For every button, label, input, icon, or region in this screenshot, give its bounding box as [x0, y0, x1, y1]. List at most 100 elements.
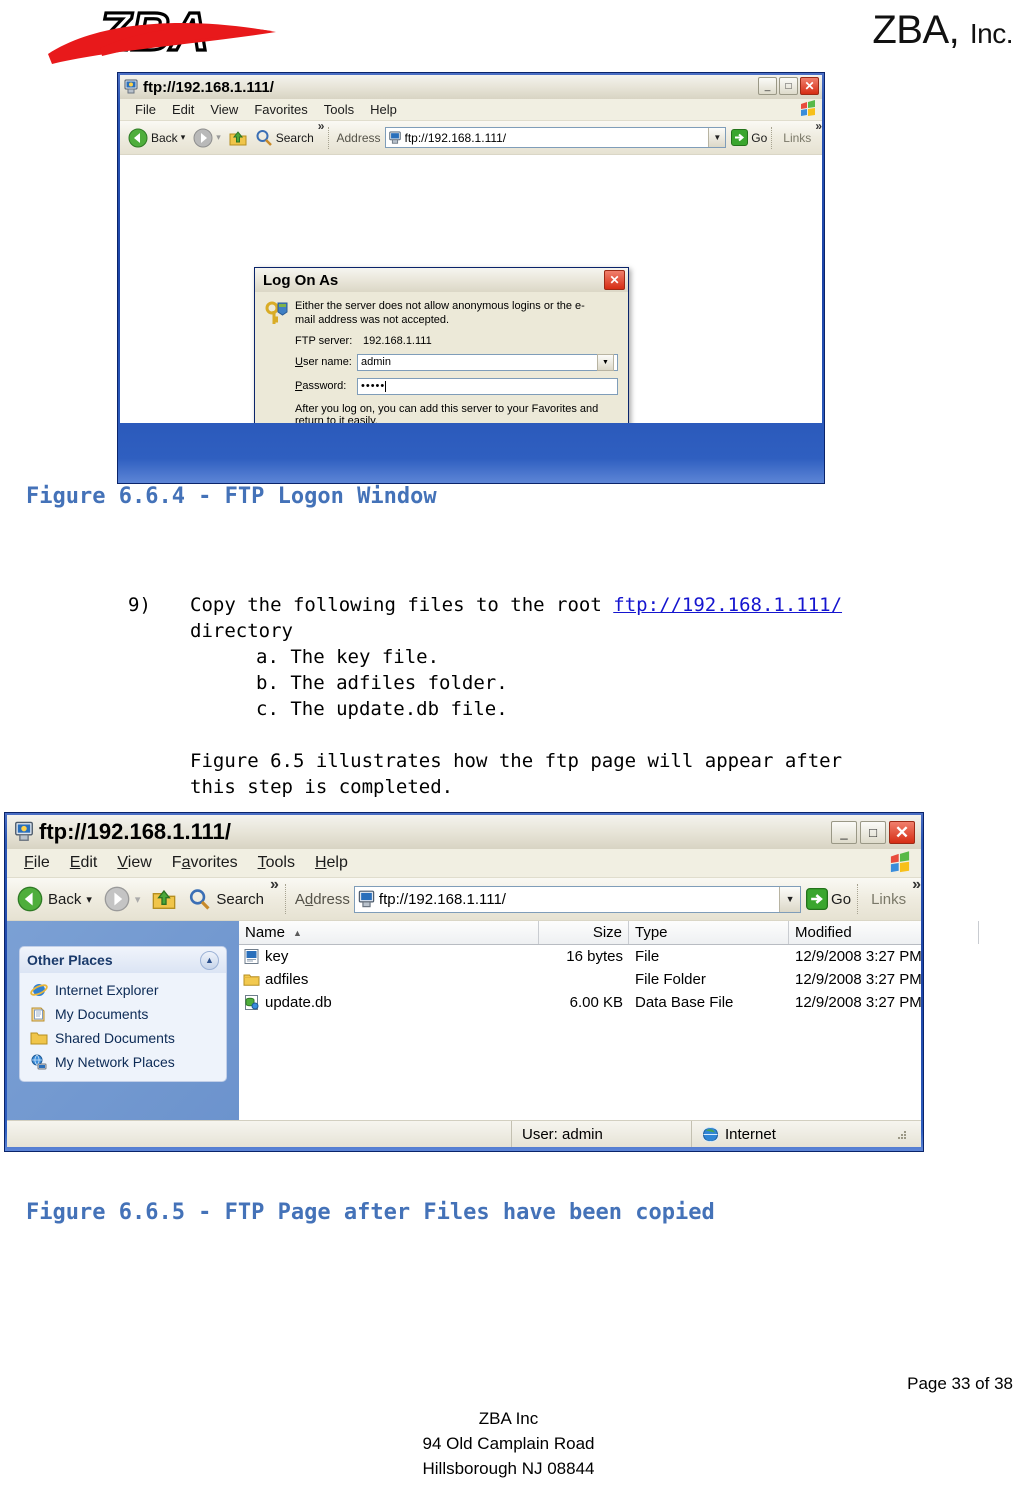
toolbar-overflow-chevron[interactable]: »	[270, 876, 279, 894]
dialog-close-button[interactable]: ✕	[604, 270, 625, 290]
back-button[interactable]: Back ▾	[11, 884, 98, 914]
window1-title: ftp://192.168.1.111/	[143, 78, 274, 96]
username-row: User name: admin ▼	[265, 353, 618, 371]
footer-company: ZBA Inc	[478, 1409, 539, 1428]
status-bar: User: admin Internet	[7, 1120, 921, 1147]
password-input[interactable]: •••••	[357, 377, 618, 395]
column-header-size[interactable]: Size	[539, 921, 629, 944]
go-button[interactable]: Go	[806, 888, 851, 910]
forward-button[interactable]: ▾	[189, 126, 225, 150]
menu-tools[interactable]: Tools	[317, 101, 361, 118]
menu-tools[interactable]: Tools	[249, 853, 304, 873]
shared-documents-icon	[30, 1032, 48, 1045]
column-header-name[interactable]: Name ▲	[239, 921, 539, 944]
file-name: key	[265, 948, 289, 965]
other-places-item-my-network-places[interactable]: My Network Places	[20, 1050, 226, 1074]
footer-street: 94 Old Camplain Road	[422, 1434, 595, 1453]
password-label: Password:	[295, 380, 347, 392]
other-places-item-shared-documents[interactable]: Shared Documents	[20, 1026, 226, 1050]
file-size: 6.00 KB	[569, 994, 623, 1011]
table-row[interactable]: adfiles File Folder 12/9/2008 3:27 PM	[239, 968, 922, 991]
other-places-item-my-documents[interactable]: My Documents	[20, 1002, 226, 1026]
close-button[interactable]: ✕	[889, 821, 915, 844]
go-arrow-icon	[806, 888, 829, 910]
status-zone-cell: Internet	[691, 1121, 921, 1147]
after-logon-note: After you log on, you can add this serve…	[295, 402, 599, 424]
menu-help[interactable]: Help	[306, 853, 357, 873]
menu-help[interactable]: Help	[363, 101, 404, 118]
window2-titlebar: ftp://192.168.1.111/ _ □ ✕	[7, 815, 921, 849]
ftp-root-link[interactable]: ftp://192.168.1.111/	[613, 594, 842, 616]
ftp-site-icon	[15, 821, 33, 841]
menu-favorites[interactable]: Favorites	[163, 853, 247, 873]
toolbar-overflow-chevron[interactable]: »	[318, 119, 325, 133]
maximize-button[interactable]: □	[860, 821, 886, 844]
search-button[interactable]: Search	[251, 127, 318, 149]
address-input[interactable]: ftp://192.168.1.111/ ▼	[353, 885, 802, 913]
links-overflow-chevron[interactable]: »	[912, 876, 921, 894]
table-row[interactable]: update.db 6.00 KB Data Base File 12/9/20…	[239, 991, 922, 1014]
zba-logo: ZBA	[48, 0, 276, 65]
search-label: Search	[216, 890, 264, 908]
menu-favorites[interactable]: Favorites	[247, 101, 314, 118]
footer-address: ZBA Inc 94 Old Camplain Road Hillsboroug…	[0, 1406, 1017, 1481]
sub-item-c: c. The update.db file.	[256, 698, 508, 720]
sort-ascending-icon: ▲	[293, 927, 302, 938]
address-dropdown-button[interactable]: ▼	[779, 886, 801, 912]
other-places-header[interactable]: Other Places ▲	[20, 947, 226, 973]
up-folder-button[interactable]	[225, 127, 251, 149]
explorer-body: Other Places ▲ Internet Explorer My Docu…	[7, 921, 979, 1120]
links-button[interactable]: Links	[783, 131, 811, 145]
figure-reference-line2: this step is completed.	[190, 776, 454, 798]
window1-titlebar: ftp://192.168.1.111/ _ □ ✕	[120, 75, 822, 99]
resize-grip-icon[interactable]	[894, 1127, 908, 1141]
go-button[interactable]: Go	[731, 129, 767, 146]
back-arrow-icon	[128, 128, 148, 147]
menu-file[interactable]: File	[128, 101, 163, 118]
step-number: 9)	[128, 594, 151, 616]
back-button[interactable]: Back ▾	[124, 126, 189, 150]
item-label: My Network Places	[55, 1054, 175, 1070]
toolbar-separator	[284, 884, 287, 914]
internet-explorer-icon	[30, 984, 48, 996]
file-size: 16 bytes	[566, 948, 623, 965]
file-modified: 12/9/2008 3:27 PM	[795, 948, 922, 965]
links-overflow-chevron[interactable]: »	[815, 119, 822, 133]
column-header-filler	[979, 921, 991, 944]
menu-file[interactable]: File	[15, 853, 59, 873]
username-dropdown-button[interactable]: ▼	[597, 353, 614, 371]
file-list-column-headers: Name ▲ Size Type Modified	[239, 921, 979, 945]
instruction-text-block: 9) Copy the following files to the root …	[128, 592, 1008, 800]
maximize-button[interactable]: □	[779, 77, 798, 95]
menu-view[interactable]: View	[108, 853, 160, 873]
minimize-button[interactable]: _	[758, 77, 777, 95]
address-dropdown-button[interactable]: ▼	[708, 128, 726, 147]
menu-edit[interactable]: Edit	[165, 101, 201, 118]
forward-button[interactable]: ▾	[98, 884, 147, 914]
chevron-up-icon[interactable]: ▲	[200, 950, 219, 970]
ftp-listing-browser-window: ftp://192.168.1.111/ _ □ ✕ File Edit Vie…	[4, 812, 979, 1152]
up-folder-button[interactable]	[146, 885, 182, 913]
table-row[interactable]: key 16 bytes File 12/9/2008 3:27 PM	[239, 945, 922, 968]
address-value: ftp://192.168.1.111/	[378, 890, 506, 908]
ftp-site-icon	[388, 130, 401, 144]
address-input[interactable]: ftp://192.168.1.111/ ▼	[384, 127, 727, 148]
menu-edit[interactable]: Edit	[61, 853, 107, 873]
column-header-type[interactable]: Type	[629, 921, 789, 944]
back-label: Back	[48, 890, 82, 908]
internet-zone-icon	[702, 1126, 719, 1142]
minimize-button[interactable]: _	[831, 821, 857, 844]
search-button[interactable]: Search	[182, 886, 270, 913]
menu-view[interactable]: View	[203, 101, 245, 118]
address-label: Address	[294, 890, 350, 908]
toolbar-separator-2	[857, 884, 859, 914]
links-button[interactable]: Links	[871, 891, 906, 908]
close-button[interactable]: ✕	[800, 77, 819, 95]
item-label: My Documents	[55, 1006, 149, 1022]
column-name-label: Name	[245, 924, 286, 941]
username-input[interactable]: admin ▼	[357, 353, 618, 371]
column-header-modified[interactable]: Modified	[789, 921, 979, 944]
window2-toolbar: Back ▾ ▾ Search » Address ftp://192.168.…	[7, 876, 921, 921]
back-label: Back	[151, 130, 178, 145]
other-places-item-internet-explorer[interactable]: Internet Explorer	[20, 978, 226, 1002]
